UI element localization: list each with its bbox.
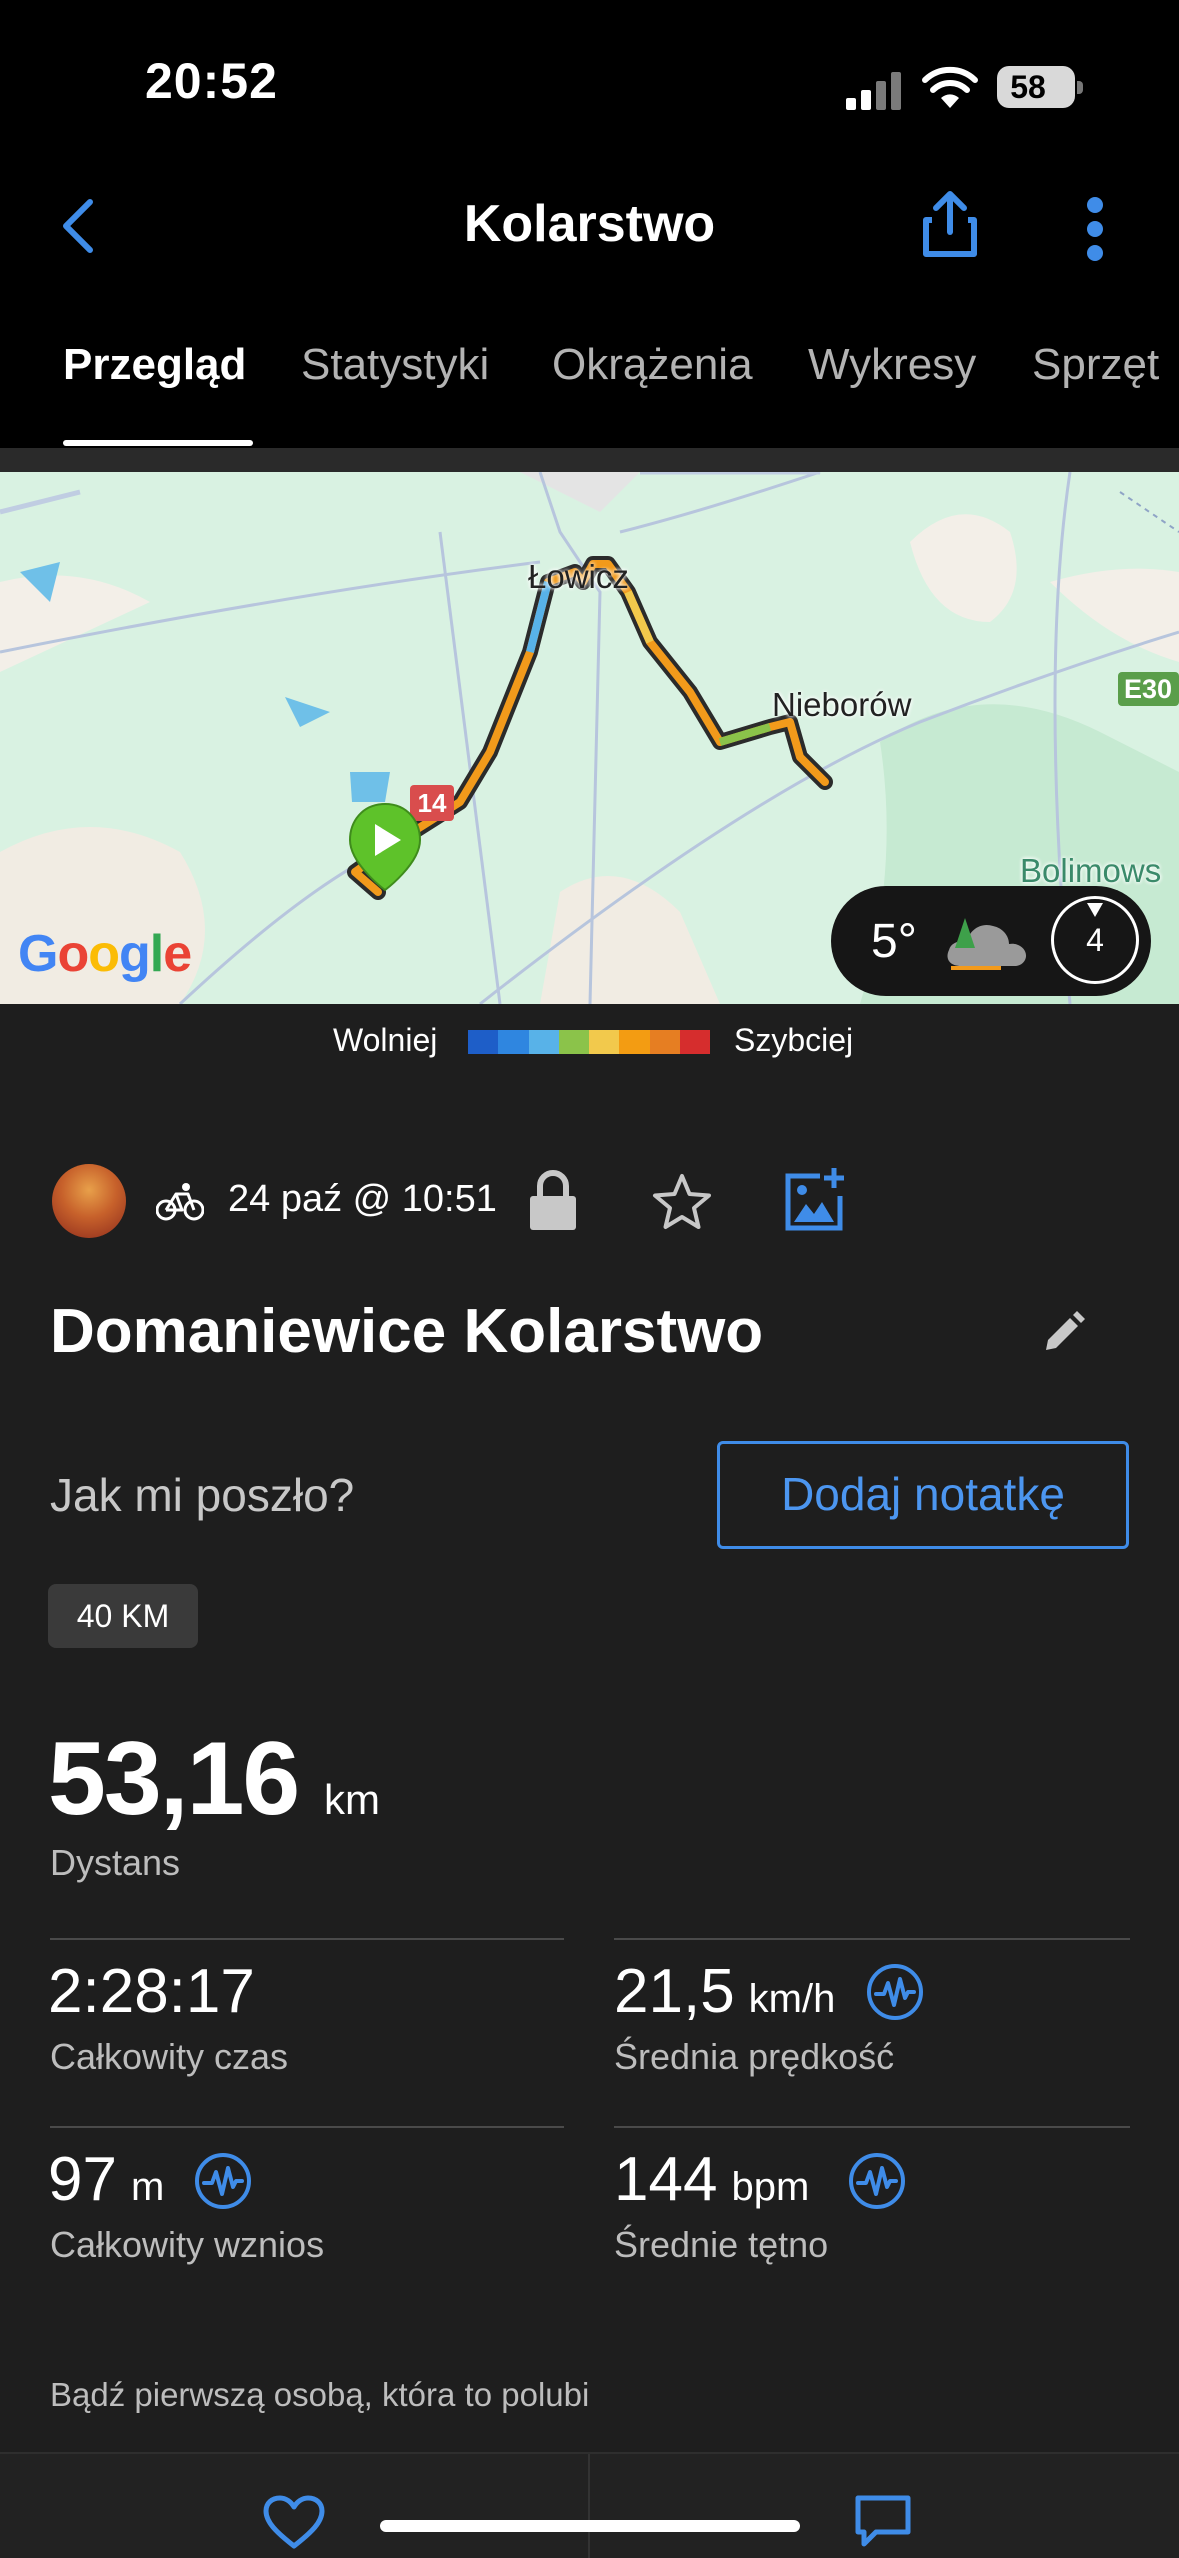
wind-direction-icon: [1087, 903, 1103, 917]
battery-icon: 58: [997, 66, 1083, 108]
divider: [588, 2454, 590, 2558]
legend-color-bar: [468, 1030, 710, 1054]
map-label-bolimow: Bolimows: [1020, 852, 1162, 889]
weather-widget[interactable]: 5° 4: [831, 886, 1151, 996]
road-badge: 14: [417, 788, 447, 818]
cellular-signal-icon: [846, 72, 901, 110]
how-did-it-go: Jak mi poszło?: [50, 1469, 355, 1521]
app-header: 20:52 58 Kolarstwo Przegląd Statystyki O…: [0, 0, 1179, 448]
pulse-chart-icon[interactable]: [848, 2152, 906, 2210]
cloud-weather-icon: [947, 918, 1027, 970]
elevation-label: Całkowity wznios: [50, 2224, 325, 2265]
divider: [614, 1938, 1130, 1940]
route-map[interactable]: 14 E30 Łowicz Nieborów Bolimows Google 5…: [0, 472, 1179, 1004]
likes-prompt: Bądź pierwszą osobą, która to polubi: [50, 2376, 590, 2413]
tab-przeglad[interactable]: Przegląd: [63, 340, 246, 390]
distance-value: 53,16: [48, 1721, 300, 1837]
distance-unit: km: [324, 1776, 380, 1823]
home-indicator: [380, 2520, 800, 2532]
elevation-unit: m: [130, 2165, 165, 2209]
active-tab-indicator: [63, 440, 253, 446]
activity-tag[interactable]: 40 KM: [48, 1584, 198, 1648]
speed-legend: Wolniej Szybciej: [0, 1004, 1179, 1074]
activity-name: Domaniewice Kolarstwo: [50, 1297, 764, 1366]
heart-rate-unit: bpm: [731, 2165, 810, 2209]
share-icon[interactable]: [920, 190, 980, 260]
star-icon[interactable]: [650, 1172, 714, 1232]
avg-speed-unit: km/h: [748, 1977, 836, 2021]
avatar[interactable]: [52, 1164, 126, 1238]
map-label-lowicz: Łowicz: [528, 558, 629, 595]
google-logo: Google: [18, 925, 192, 983]
elevation-stat: 97 m: [48, 2144, 164, 2215]
pulse-chart-icon[interactable]: [866, 1963, 924, 2021]
tab-statystyki[interactable]: Statystyki: [301, 340, 489, 390]
total-time-label: Całkowity czas: [50, 2036, 289, 2077]
heart-rate-stat: 144 bpm: [614, 2144, 809, 2215]
lock-icon[interactable]: [528, 1170, 578, 1232]
divider: [614, 2126, 1130, 2128]
battery-level: 58: [1010, 69, 1046, 105]
map-label-nieborow: Nieborów: [772, 686, 912, 723]
wind-indicator: 4: [1051, 896, 1139, 984]
distance-label: Dystans: [50, 1842, 181, 1883]
legend-slower-label: Wolniej: [333, 1022, 438, 1058]
highway-badge: E30: [1124, 674, 1173, 704]
wifi-icon: [922, 66, 978, 108]
weather-temperature: 5°: [871, 915, 917, 968]
comment-icon[interactable]: [854, 2494, 912, 2550]
avg-speed-value: 21,5: [614, 1957, 735, 2026]
more-options-icon[interactable]: [1084, 196, 1106, 262]
tab-sprzet[interactable]: Sprzęt: [1032, 340, 1159, 390]
activity-date: 24 paź @ 10:51: [228, 1178, 497, 1220]
avg-speed-stat: 21,5 km/h: [614, 1956, 835, 2027]
heart-rate-value: 144: [614, 2145, 718, 2214]
edit-icon[interactable]: [1040, 1310, 1086, 1356]
legend-faster-label: Szybciej: [734, 1022, 854, 1058]
total-time-value: 2:28:17: [48, 1957, 255, 2026]
tab-wykresy[interactable]: Wykresy: [808, 340, 976, 390]
add-photo-icon[interactable]: [784, 1166, 850, 1232]
divider: [50, 2126, 564, 2128]
elevation-value: 97: [48, 2145, 117, 2214]
pulse-chart-icon[interactable]: [194, 2152, 252, 2210]
tab-bar: Przegląd Statystyki Okrążenia Wykresy Sp…: [0, 340, 1179, 430]
heart-rate-label: Średnie tętno: [614, 2224, 829, 2265]
cycling-icon: [156, 1183, 204, 1221]
page-title: Kolarstwo: [463, 195, 716, 253]
tab-okrazenia[interactable]: Okrążenia: [552, 340, 753, 390]
add-note-button[interactable]: Dodaj notatkę: [717, 1441, 1129, 1549]
like-heart-icon[interactable]: [262, 2494, 326, 2550]
divider: [50, 1938, 564, 1940]
bottom-action-bar: [0, 2452, 1179, 2558]
avg-speed-label: Średnia prędkość: [614, 2036, 895, 2077]
status-time: 20:52: [145, 53, 278, 109]
header-divider: [0, 448, 1179, 472]
